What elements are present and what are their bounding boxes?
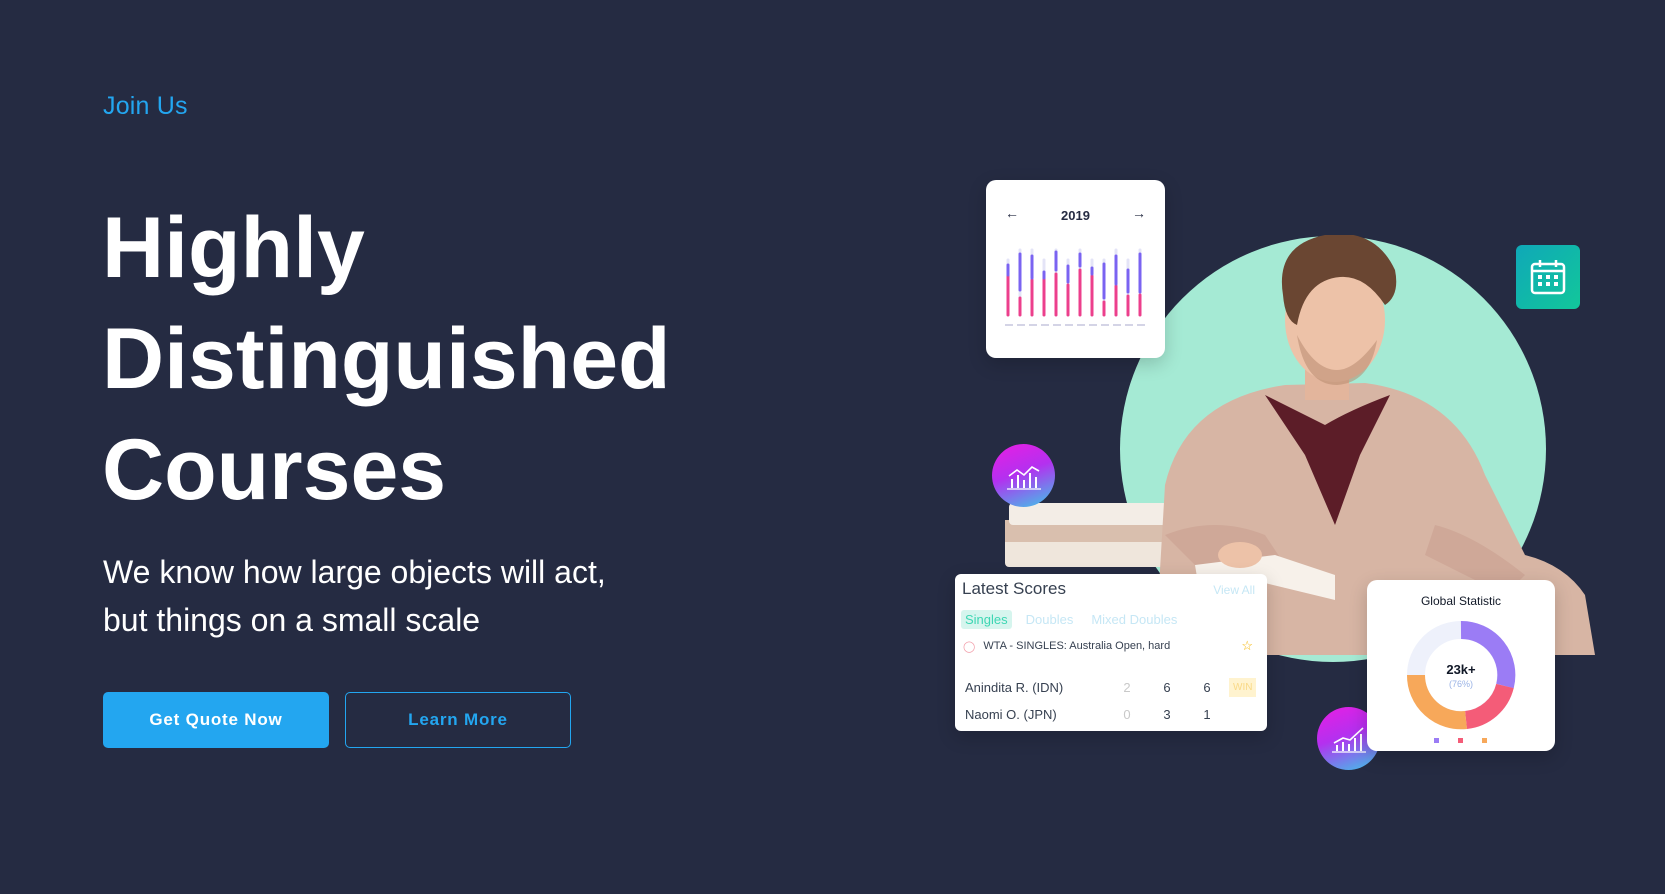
person-icon: ◯ [963,640,976,653]
set-score: 6 [1163,680,1171,695]
hero-title-line: Courses [102,422,447,518]
hero-subtitle-line: but things on a small scale [103,602,481,638]
set-score: 0 [1123,707,1131,722]
hero-title-line: Highly [102,200,365,296]
mini-bar-chart [1005,248,1145,326]
star-icon[interactable]: ☆ [1241,638,1253,654]
set-score: 2 [1123,680,1131,695]
scores-title: Latest Scores [962,579,1066,598]
player-name: Anindita R. (IDN) [965,680,1064,695]
set-score: 1 [1203,707,1211,722]
get-quote-button[interactable]: Get Quote Now [103,692,329,748]
set-score: 3 [1163,707,1171,722]
hero-section: Join Us Highly Distinguished Courses We … [0,0,1665,894]
scores-tabs: Singles Doubles Mixed Doubles [961,610,1181,629]
hero-title: Highly Distinguished Courses [102,193,742,526]
view-all-link[interactable]: View All [1213,583,1255,597]
tab-mixed-doubles[interactable]: Mixed Doubles [1087,610,1181,629]
hero-subtitle-line: We know how large objects will act, [103,554,606,590]
learn-more-button[interactable]: Learn More [345,692,571,748]
hero-subtitle: We know how large objects will act, but … [103,548,663,644]
donut-legend [1434,738,1487,743]
legend-dot-orange [1482,738,1487,743]
next-year-arrow[interactable]: → [1132,205,1146,221]
calendar-icon [1516,245,1580,309]
donut-value: 23k+ [1446,662,1476,677]
event-row: ◯ WTA - SINGLES: Australia Open, hard ☆ [963,638,1253,654]
global-statistic-title: Global Statistic [1420,594,1502,608]
hero-title-line: Distinguished [102,311,671,407]
legend-dot-purple [1434,738,1439,743]
table-row: Naomi O. (JPN) 0 3 1 [965,707,1257,722]
donut-percentage: (76%) [1448,679,1473,689]
latest-scores-card: Latest Scores View All Singles Doubles M… [955,574,1267,731]
eyebrow-link[interactable]: Join Us [103,92,188,121]
set-score: 6 [1203,680,1211,695]
table-row: Anindita R. (IDN) 2 6 6 WIN [965,678,1257,697]
legend-dot-red [1458,738,1463,743]
win-badge: WIN [1229,678,1257,697]
player-name: Naomi O. (JPN) [965,707,1057,722]
tab-singles[interactable]: Singles [961,610,1012,629]
tab-doubles[interactable]: Doubles [1022,610,1078,629]
global-statistic-card: Global Statistic 23k+ (76%) [1367,580,1555,751]
year-chart-card: ← 2019 → [986,180,1165,358]
event-label: WTA - SINGLES: Australia Open, hard [983,640,1171,652]
analytics-orb-icon [992,444,1055,507]
